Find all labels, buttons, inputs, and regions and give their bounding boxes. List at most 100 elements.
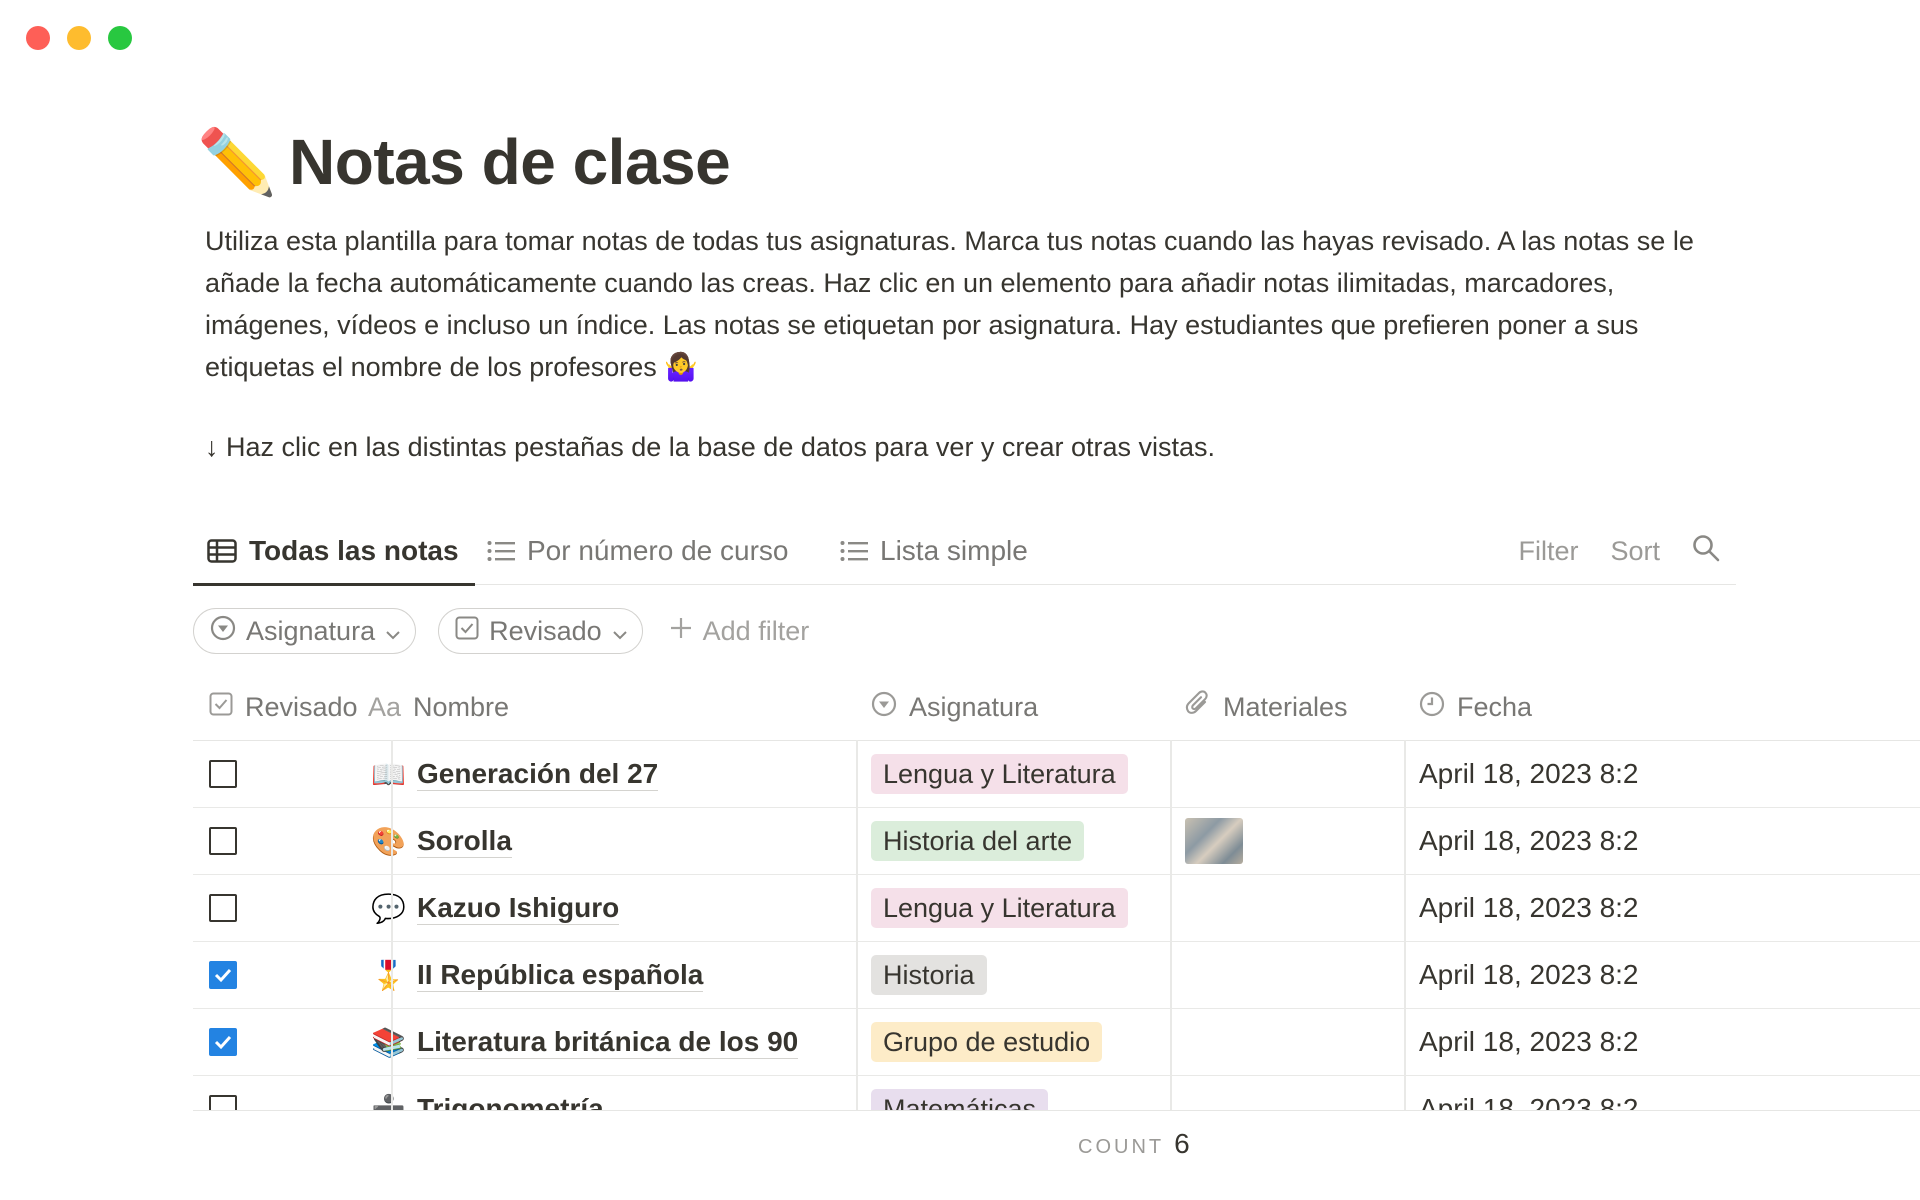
- table-header: Revisado Aa Nombre Asignatura Materiales: [193, 674, 1920, 741]
- fecha-cell: April 18, 2023 8:2: [1419, 1009, 1639, 1075]
- material-thumbnail[interactable]: [1185, 818, 1243, 864]
- table-row[interactable]: 🎨 Sorolla Historia del arte April 18, 2023 …: [193, 808, 1920, 875]
- page-emoji-icon: 💬: [371, 892, 406, 924]
- nombre-cell[interactable]: 📚 Literatura británica de los 90: [371, 1009, 799, 1075]
- table-row[interactable]: 🎖️ II República española Historia April 18,…: [193, 942, 1920, 1009]
- asignatura-cell[interactable]: Historia: [871, 942, 987, 1008]
- page-emoji-icon: 📖: [371, 758, 406, 790]
- revisado-checkbox[interactable]: [209, 1028, 237, 1056]
- table-row[interactable]: ➗ Trigonometría Matemáticas April 18, 2023 …: [193, 1076, 1920, 1111]
- column-label: Fecha: [1457, 691, 1533, 722]
- subject-tag: Historia: [871, 955, 987, 995]
- nombre-cell[interactable]: ➗ Trigonometría: [371, 1076, 604, 1111]
- hint-text[interactable]: ↓ Haz clic en las distintas pestañas de …: [205, 432, 1215, 463]
- chevron-down-icon: [385, 616, 401, 647]
- page-description: Utiliza esta plantilla para tomar notas …: [205, 220, 1705, 388]
- date-value: April 18, 2023 8:2: [1419, 758, 1639, 789]
- text-icon: Aa: [368, 691, 402, 722]
- note-title-link[interactable]: Trigonometría: [417, 1093, 604, 1111]
- clock-icon: [1419, 691, 1445, 724]
- maximize-window-button[interactable]: [108, 26, 132, 50]
- date-value: April 18, 2023 8:2: [1419, 1026, 1639, 1057]
- select-icon: [210, 615, 236, 648]
- revisado-cell: [209, 942, 237, 1008]
- revisado-checkbox[interactable]: [209, 1095, 237, 1110]
- page-emoji-icon: ➗: [371, 1093, 406, 1111]
- notes-table: Revisado Aa Nombre Asignatura Materiales: [193, 674, 1920, 1111]
- column-header-asignatura[interactable]: Asignatura: [871, 674, 1038, 740]
- asignatura-cell[interactable]: Matemáticas: [871, 1076, 1049, 1110]
- nombre-cell[interactable]: 💬 Kazuo Ishiguro: [371, 875, 620, 941]
- asignatura-cell[interactable]: Lengua y Literatura: [871, 875, 1128, 941]
- filter-chip-revisado[interactable]: Revisado: [438, 608, 643, 654]
- filter-button[interactable]: Filter: [1518, 536, 1578, 567]
- tab-label: Por número de curso: [527, 535, 789, 566]
- column-divider: [1170, 740, 1172, 1110]
- search-icon[interactable]: [1692, 534, 1720, 569]
- revisado-checkbox[interactable]: [209, 760, 237, 788]
- filter-chip-asignatura[interactable]: Asignatura: [193, 608, 417, 654]
- subject-tag: Grupo de estudio: [871, 1022, 1103, 1062]
- table-row[interactable]: 📚 Literatura británica de los 90 Grupo de …: [193, 1009, 1920, 1076]
- plus-icon: [669, 616, 693, 647]
- tab-por-numero-de-curso[interactable]: Por número de curso: [487, 520, 788, 582]
- view-toolbar: Filter Sort: [1518, 520, 1736, 582]
- revisado-checkbox[interactable]: [209, 961, 237, 989]
- revisado-checkbox[interactable]: [209, 894, 237, 922]
- column-divider: [1404, 740, 1406, 1110]
- active-tab-indicator: [193, 583, 475, 586]
- table-row[interactable]: 💬 Kazuo Ishiguro Lengua y Literatura April …: [193, 875, 1920, 942]
- checkbox-icon: [455, 616, 479, 647]
- count-value: 6: [1174, 1128, 1190, 1159]
- close-window-button[interactable]: [26, 26, 50, 50]
- subject-tag: Lengua y Literatura: [871, 888, 1128, 928]
- fecha-cell: April 18, 2023 8:2: [1419, 1076, 1639, 1110]
- asignatura-cell[interactable]: Lengua y Literatura: [871, 741, 1128, 807]
- nombre-cell[interactable]: 🎖️ II República española: [371, 942, 704, 1008]
- page-emoji-icon: 📚: [371, 1026, 406, 1058]
- asignatura-cell[interactable]: Historia del arte: [871, 808, 1085, 874]
- add-filter-button[interactable]: Add filter: [665, 616, 809, 647]
- materiales-cell[interactable]: [1185, 808, 1243, 874]
- revisado-cell: [209, 1009, 237, 1075]
- note-title-link[interactable]: Sorolla: [417, 825, 512, 858]
- minimize-window-button[interactable]: [67, 26, 91, 50]
- sort-button[interactable]: Sort: [1610, 536, 1660, 567]
- note-title-link[interactable]: Literatura británica de los 90: [417, 1026, 799, 1059]
- page-emoji-icon: 🎖️: [371, 959, 406, 991]
- tab-label: Lista simple: [880, 535, 1028, 566]
- filter-chip-label: Revisado: [489, 615, 602, 646]
- subject-tag: Matemáticas: [871, 1089, 1049, 1110]
- asignatura-cell[interactable]: Grupo de estudio: [871, 1009, 1103, 1075]
- filter-chip-label: Asignatura: [246, 615, 376, 646]
- column-header-materiales[interactable]: Materiales: [1185, 674, 1348, 740]
- note-title-link[interactable]: Kazuo Ishiguro: [417, 892, 620, 925]
- revisado-cell: [209, 1076, 237, 1110]
- pencil-icon[interactable]: ✏️: [197, 130, 289, 194]
- column-divider: [391, 740, 393, 1110]
- subject-tag: Historia del arte: [871, 821, 1085, 861]
- table-icon: [207, 539, 237, 563]
- page-title[interactable]: Notas de clase: [289, 130, 731, 194]
- description-text[interactable]: Utiliza esta plantilla para tomar notas …: [205, 220, 1705, 388]
- revisado-cell: [209, 875, 237, 941]
- column-header-revisado[interactable]: Revisado: [209, 674, 358, 740]
- column-label: Materiales: [1223, 691, 1348, 722]
- tab-todas-las-notas[interactable]: Todas las notas: [207, 520, 459, 582]
- tab-lista-simple[interactable]: Lista simple: [840, 520, 1028, 582]
- filter-bar: Asignatura Revisado Add filter: [193, 608, 809, 654]
- column-header-fecha[interactable]: Fecha: [1419, 674, 1532, 740]
- date-value: April 18, 2023 8:2: [1419, 825, 1639, 856]
- fecha-cell: April 18, 2023 8:2: [1419, 808, 1639, 874]
- note-title-link[interactable]: II República española: [417, 959, 704, 992]
- fecha-cell: April 18, 2023 8:2: [1419, 942, 1639, 1008]
- note-title-link[interactable]: Generación del 27: [417, 758, 659, 791]
- column-label: Revisado: [245, 691, 358, 722]
- nombre-cell[interactable]: 📖 Generación del 27: [371, 741, 659, 807]
- column-header-nombre[interactable]: Aa Nombre: [368, 674, 509, 740]
- date-value: April 18, 2023 8:2: [1419, 959, 1639, 990]
- tab-label: Todas las notas: [249, 535, 459, 566]
- window-controls: [26, 26, 132, 50]
- table-row[interactable]: 📖 Generación del 27 Lengua y Literatura Apr…: [193, 741, 1920, 808]
- revisado-checkbox[interactable]: [209, 827, 237, 855]
